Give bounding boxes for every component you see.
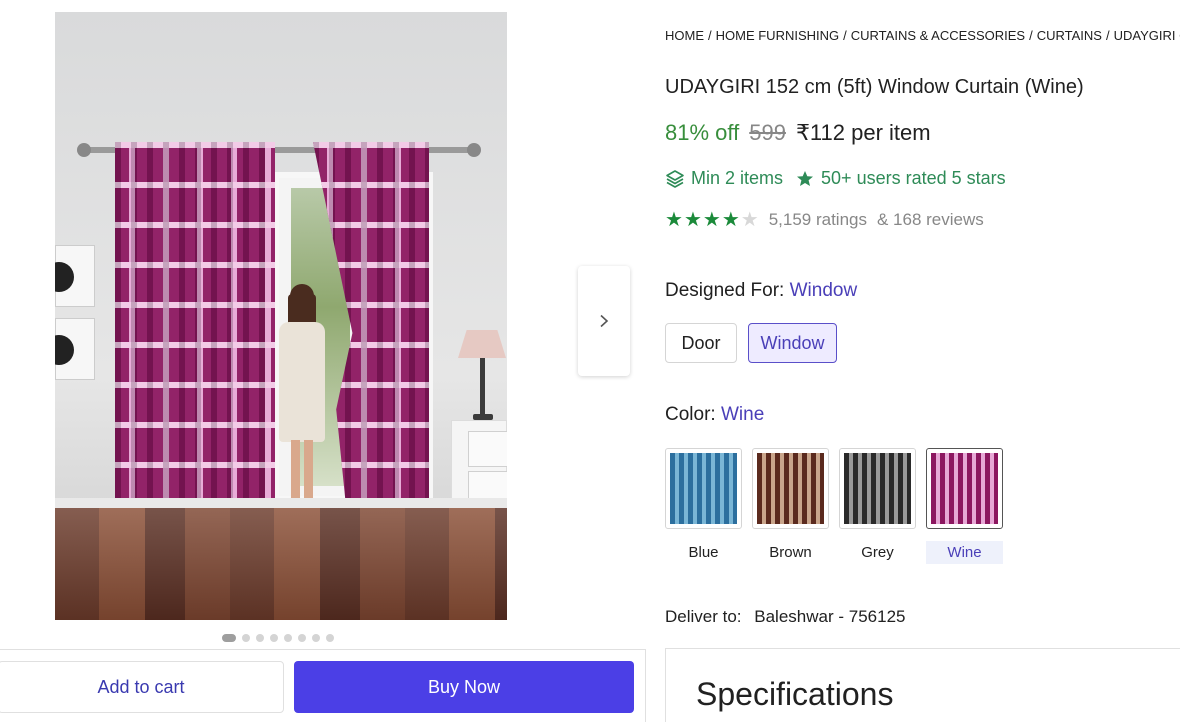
next-image-button[interactable] — [578, 266, 630, 376]
designed-for-value: Window — [789, 280, 858, 301]
star-icon: ★ — [665, 209, 683, 231]
carousel-dot[interactable] — [256, 634, 264, 642]
swatch-label-wine[interactable]: Wine — [926, 541, 1003, 564]
swatch-label-blue[interactable]: Blue — [665, 541, 742, 564]
carousel-dot[interactable] — [222, 634, 236, 642]
star-icon: ★ — [740, 209, 759, 231]
carousel-dot[interactable] — [242, 634, 250, 642]
breadcrumb: HOME / HOME FURNISHING / CURTAINS & ACCESSOR… — [665, 28, 1180, 43]
carousel-dot[interactable] — [270, 634, 278, 642]
swatch-blue[interactable] — [665, 448, 742, 529]
star-badge-icon — [797, 170, 814, 186]
star-icon: ★ — [721, 209, 740, 231]
curtain-panel-left — [115, 142, 275, 524]
min-items-text: Min 2 items — [691, 168, 784, 188]
breadcrumb-home[interactable]: HOME — [665, 28, 704, 43]
price-row: 81% off 599 ₹112 per item — [665, 120, 931, 146]
discount-percent: 81% off — [665, 120, 740, 145]
layers-icon — [666, 169, 684, 188]
designed-for-heading: Designed For: — [665, 280, 785, 301]
chevron-right-icon — [600, 314, 609, 328]
divider — [645, 649, 646, 722]
delivery-location[interactable]: Baleshwar - 756125 — [754, 607, 905, 626]
product-title: UDAYGIRI 152 cm (5ft) Window Curtain (Wi… — [665, 76, 1084, 98]
carousel-dot[interactable] — [326, 634, 334, 642]
users-rated-text: 50+ users rated 5 stars — [821, 168, 1006, 188]
original-price: 599 — [749, 120, 786, 145]
color-heading: Color: — [665, 404, 716, 425]
option-door[interactable]: Door — [665, 323, 737, 363]
swatch-brown[interactable] — [752, 448, 829, 529]
model-figure — [277, 284, 327, 530]
image-carousel-dots[interactable] — [222, 634, 334, 642]
product-image[interactable] — [55, 12, 507, 620]
carousel-dot[interactable] — [312, 634, 320, 642]
reviews-count: & 168 reviews — [876, 210, 984, 229]
star-icon: ★ — [702, 209, 721, 231]
add-to-cart-button[interactable]: Add to cart — [0, 661, 284, 713]
breadcrumb-curtains[interactable]: CURTAINS — [1037, 28, 1102, 43]
swatch-grey[interactable] — [839, 448, 916, 529]
color-label: Color: Wine — [665, 404, 764, 426]
swatch-wine[interactable] — [926, 448, 1003, 529]
lamp-shade — [458, 330, 506, 358]
breadcrumb-home-furnishing[interactable]: HOME FURNISHING — [716, 28, 840, 43]
swatch-label-brown[interactable]: Brown — [752, 541, 829, 564]
rating-row[interactable]: ★ ★ ★ ★ ★ 5,159 ratings & 168 reviews — [665, 210, 984, 230]
carousel-dot[interactable] — [284, 634, 292, 642]
breadcrumb-current: UDAYGIRI CUR — [1113, 28, 1180, 43]
star-rating: ★ ★ ★ ★ ★ — [665, 210, 759, 230]
swatch-label-grey[interactable]: Grey — [839, 541, 916, 564]
carousel-dot[interactable] — [298, 634, 306, 642]
wall-frame — [55, 245, 95, 307]
breadcrumb-curtains-accessories[interactable]: CURTAINS & ACCESSORIES — [851, 28, 1025, 43]
offer-badges: Min 2 items 50+ users rated 5 stars — [665, 168, 1006, 189]
specifications-heading: Specifications — [696, 676, 894, 712]
buy-now-button[interactable]: Buy Now — [294, 661, 634, 713]
star-icon: ★ — [683, 209, 702, 231]
option-window[interactable]: Window — [748, 323, 837, 363]
divider — [0, 649, 645, 650]
delivery-info[interactable]: Deliver to: Baleshwar - 756125 — [665, 607, 905, 627]
ratings-count: 5,159 ratings — [768, 210, 867, 229]
wall-frame — [55, 318, 95, 380]
designed-for-label: Designed For: Window — [665, 280, 857, 302]
deliver-label: Deliver to: — [665, 607, 742, 626]
selling-price: ₹112 per item — [795, 120, 931, 145]
wood-floor — [55, 508, 507, 620]
color-value: Wine — [720, 404, 765, 425]
